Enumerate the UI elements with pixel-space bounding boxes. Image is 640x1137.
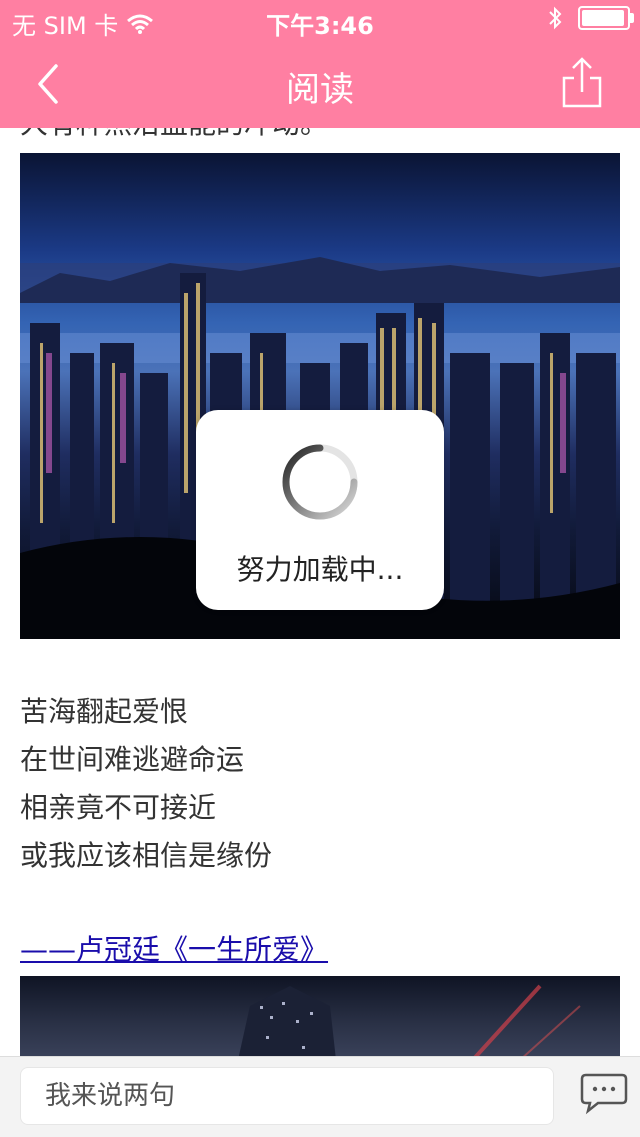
share-icon xyxy=(562,57,602,108)
comment-input[interactable] xyxy=(20,1067,554,1125)
status-right xyxy=(548,6,634,30)
poem-line: 在世间难逃避命运 xyxy=(20,743,245,776)
share-button[interactable] xyxy=(558,54,606,114)
poem-line: 相亲竟不可接近 xyxy=(20,791,217,824)
status-time: 下午3:46 xyxy=(266,12,374,40)
building-photo xyxy=(20,976,620,1056)
song-credit-link[interactable]: ——卢冠廷《一生所爱》 xyxy=(20,928,328,968)
poem-line: 苦海翻起爱恨 xyxy=(20,695,189,728)
battery-fill xyxy=(582,10,624,26)
poem-line: 或我应该相信是缘份 xyxy=(20,839,273,872)
bluetooth-icon xyxy=(549,6,562,30)
poem: 苦海翻起爱恨 在世间难逃避命运 相亲竟不可接近 或我应该相信是缘份 xyxy=(20,688,272,880)
building-image xyxy=(238,984,581,1056)
comment-bar xyxy=(0,1056,640,1137)
loading-toast: 努力加载中... xyxy=(196,410,444,610)
article-text-cut: 大有种然沿盖能的冲动。 xyxy=(20,128,328,142)
loading-text: 努力加载中... xyxy=(236,553,404,586)
battery-icon xyxy=(578,6,634,30)
chat-icon xyxy=(580,1073,628,1115)
status-bar: 无 SIM 卡 下午3:46 xyxy=(0,0,640,40)
nav-bar: 阅读 xyxy=(0,40,640,128)
spinner-icon xyxy=(282,444,358,520)
page-title: 阅读 xyxy=(286,70,354,110)
comment-button[interactable] xyxy=(580,1071,628,1115)
